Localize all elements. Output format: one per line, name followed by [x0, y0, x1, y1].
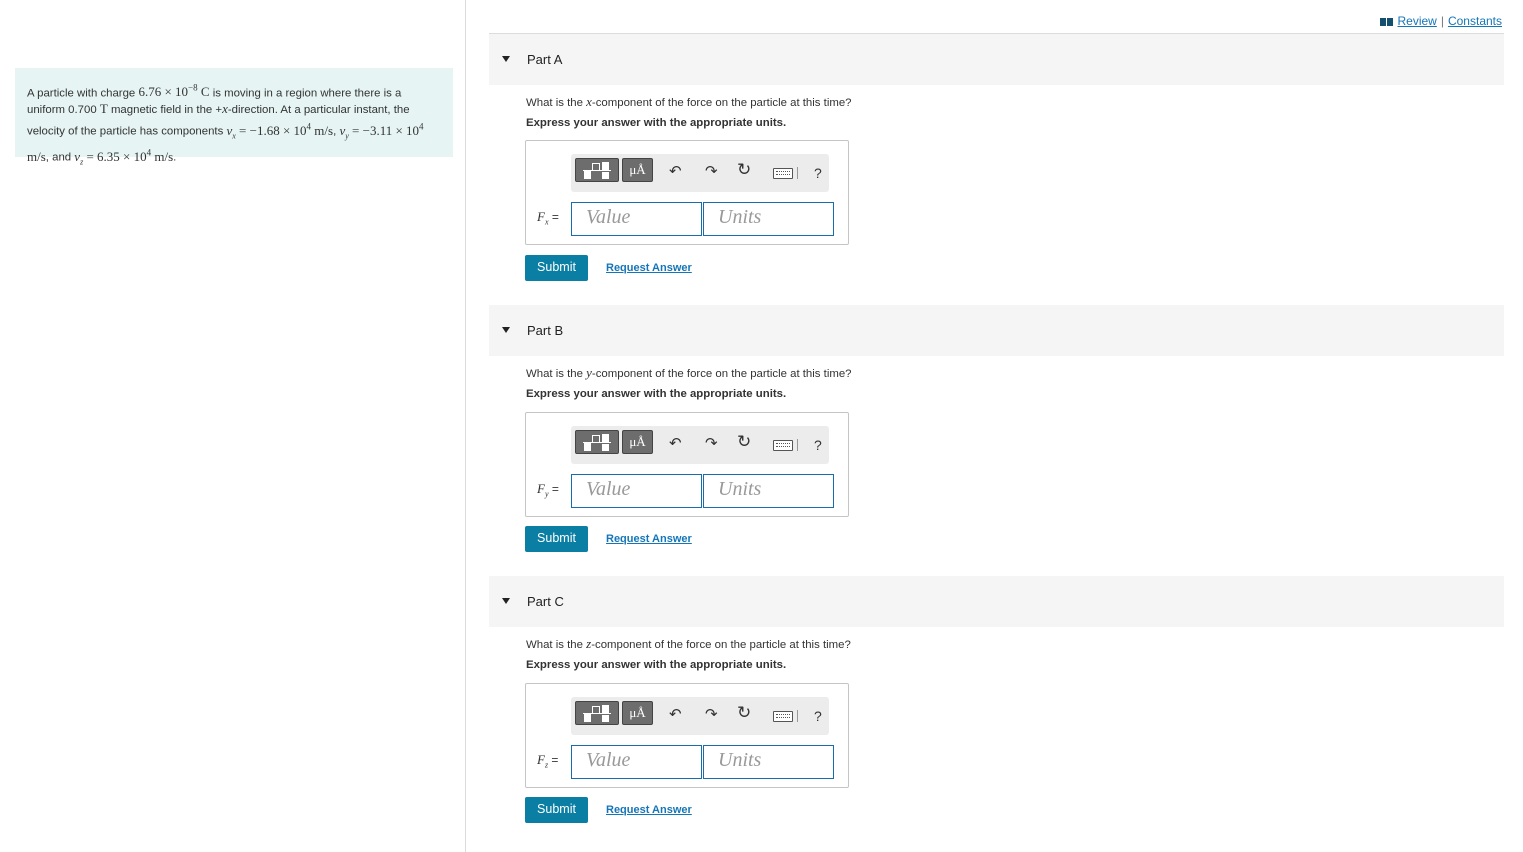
- templates-icon[interactable]: [575, 430, 619, 454]
- undo-icon[interactable]: ↶: [669, 164, 682, 180]
- keyboard-icon[interactable]: [773, 168, 793, 179]
- problem-statement: A particle with charge 6.76 × 10−8 C is …: [15, 68, 453, 166]
- help-icon[interactable]: ?: [814, 708, 822, 724]
- redo-icon[interactable]: ↷: [705, 164, 718, 180]
- keyboard-icon[interactable]: [773, 711, 793, 722]
- request-answer-link[interactable]: Request Answer: [606, 262, 692, 274]
- field-unit: T: [99, 101, 108, 117]
- value-input[interactable]: Value: [571, 474, 702, 508]
- units-icon[interactable]: μÅ: [622, 430, 653, 454]
- part-b-instructions: Express your answer with the appropriate…: [526, 388, 787, 400]
- problem-text: , and: [45, 151, 75, 164]
- vx-value: vx = −1.68 × 104 m/s: [226, 121, 334, 141]
- keyboard-icon[interactable]: [773, 440, 793, 451]
- math-toolbar: μÅ ↶ ↷ ↻ ?: [571, 697, 829, 735]
- redo-icon[interactable]: ↷: [705, 436, 718, 452]
- variable-label: Fy =: [537, 481, 559, 499]
- undo-icon[interactable]: ↶: [669, 436, 682, 452]
- part-a-answer-box: μÅ ↶ ↷ ↻ ? Fx = Value Units: [525, 140, 849, 245]
- request-answer-link[interactable]: Request Answer: [606, 533, 692, 545]
- part-title: Part A: [527, 52, 563, 67]
- part-a-instructions: Express your answer with the appropriate…: [526, 117, 787, 129]
- divider: [797, 710, 798, 722]
- part-b-question: What is the y-component of the force on …: [526, 365, 852, 380]
- problem-pane: A particle with charge 6.76 × 10−8 C is …: [0, 0, 466, 852]
- help-icon[interactable]: ?: [814, 437, 822, 453]
- part-c-question: What is the z-component of the force on …: [526, 636, 851, 651]
- math-toolbar: μÅ ↶ ↷ ↻ ?: [571, 426, 829, 464]
- units-icon[interactable]: μÅ: [622, 158, 653, 182]
- templates-icon[interactable]: [575, 158, 619, 182]
- undo-icon[interactable]: ↶: [669, 707, 682, 723]
- part-b-header[interactable]: Part B: [489, 305, 1504, 356]
- reset-icon[interactable]: ↻: [737, 433, 751, 450]
- units-input[interactable]: Units: [703, 202, 834, 236]
- collapse-triangle-icon[interactable]: [502, 327, 510, 333]
- problem-text: .: [173, 151, 177, 164]
- value-input[interactable]: Value: [571, 745, 702, 779]
- part-c-instructions: Express your answer with the appropriate…: [526, 659, 787, 671]
- variable-label: Fz =: [537, 752, 559, 770]
- part-c-answer-box: μÅ ↶ ↷ ↻ ? Fz = Value Units: [525, 683, 849, 788]
- part-a-question: What is the x-component of the force on …: [526, 94, 852, 109]
- review-link[interactable]: Review: [1397, 14, 1436, 28]
- units-input[interactable]: Units: [703, 745, 834, 779]
- divider: [797, 167, 798, 179]
- units-input[interactable]: Units: [703, 474, 834, 508]
- problem-text: magnetic field in the +: [107, 104, 223, 117]
- part-title: Part B: [527, 323, 564, 338]
- collapse-triangle-icon[interactable]: [502, 598, 510, 604]
- link-separator: |: [1440, 14, 1444, 28]
- submit-button[interactable]: Submit: [525, 255, 588, 281]
- vz-value: vz = 6.35 × 104 m/s: [74, 147, 174, 167]
- top-links: Review | Constants: [1380, 14, 1502, 28]
- part-a-header[interactable]: Part A: [489, 34, 1504, 85]
- charge-value: 6.76 × 10−8 C: [138, 83, 210, 100]
- book-icon: [1380, 17, 1394, 26]
- constants-link[interactable]: Constants: [1448, 14, 1502, 28]
- collapse-triangle-icon[interactable]: [502, 56, 510, 62]
- reset-icon[interactable]: ↻: [737, 704, 751, 721]
- help-icon[interactable]: ?: [814, 165, 822, 181]
- request-answer-link[interactable]: Request Answer: [606, 804, 692, 816]
- math-toolbar: μÅ ↶ ↷ ↻ ?: [571, 154, 829, 192]
- submit-button[interactable]: Submit: [525, 526, 588, 552]
- units-icon[interactable]: μÅ: [622, 701, 653, 725]
- problem-text: A particle with charge: [27, 87, 139, 100]
- part-b-answer-box: μÅ ↶ ↷ ↻ ? Fy = Value Units: [525, 412, 849, 517]
- divider: [797, 439, 798, 451]
- redo-icon[interactable]: ↷: [705, 707, 718, 723]
- variable-label: Fx =: [537, 209, 559, 227]
- part-c-header[interactable]: Part C: [489, 576, 1504, 627]
- submit-button[interactable]: Submit: [525, 797, 588, 823]
- templates-icon[interactable]: [575, 701, 619, 725]
- reset-icon[interactable]: ↻: [737, 161, 751, 178]
- part-title: Part C: [527, 594, 564, 609]
- value-input[interactable]: Value: [571, 202, 702, 236]
